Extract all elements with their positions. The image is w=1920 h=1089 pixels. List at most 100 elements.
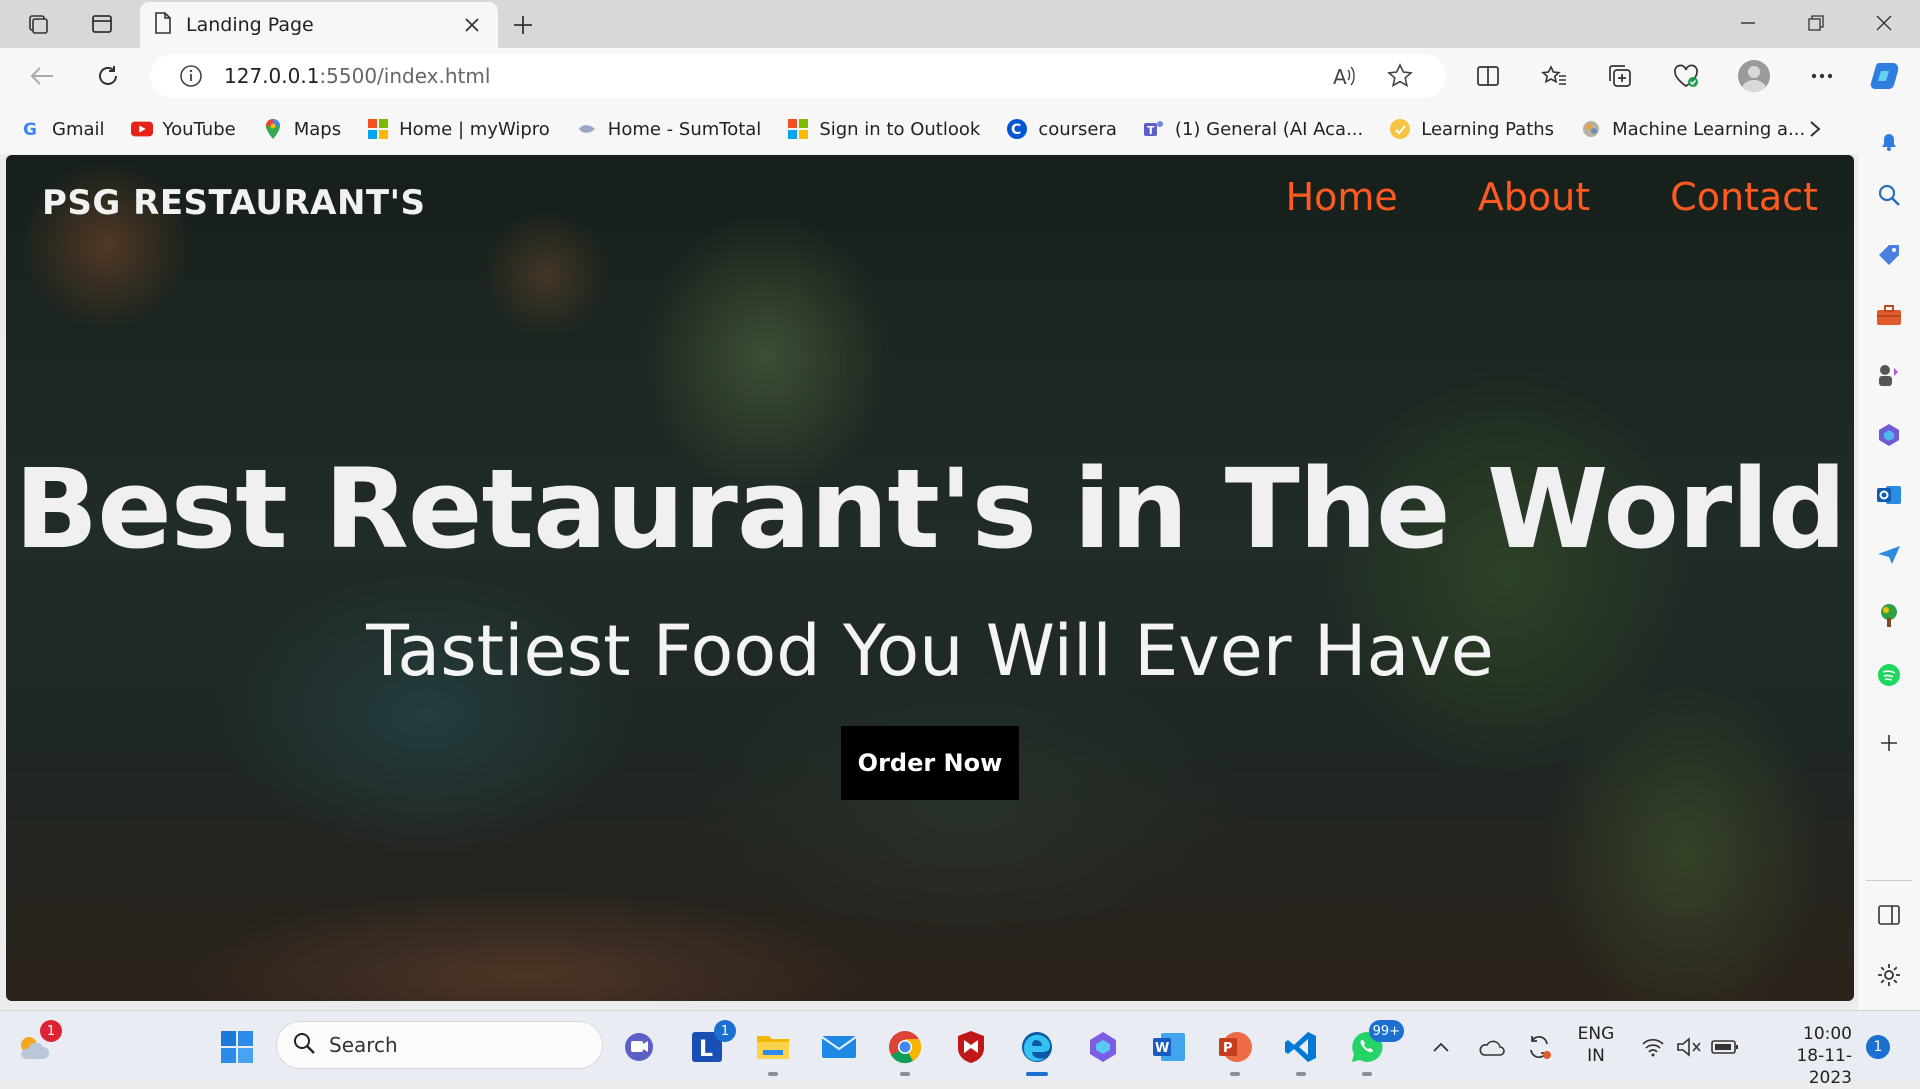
favorite-star-icon[interactable]: [1386, 62, 1414, 94]
bookmark-coursera[interactable]: C coursera: [1006, 118, 1117, 140]
active-tab[interactable]: Landing Page: [140, 2, 498, 48]
word-icon[interactable]: W: [1146, 1024, 1192, 1070]
microsoft365-icon[interactable]: [1870, 416, 1908, 454]
onedrive-cloud-icon[interactable]: [1468, 1024, 1514, 1070]
chevron-up-icon[interactable]: [1418, 1024, 1464, 1070]
nav-link-about[interactable]: About: [1478, 175, 1590, 219]
search-icon: [293, 1032, 315, 1059]
hero-background-image: [6, 155, 1854, 1001]
svg-text:A: A: [1333, 65, 1347, 89]
mcafee-icon[interactable]: [948, 1024, 994, 1070]
microsoft-icon: [787, 118, 809, 140]
google-icon: G: [20, 118, 42, 140]
vscode-icon[interactable]: [1278, 1024, 1324, 1076]
bookmark-machine-learning[interactable]: Machine Learning a...: [1580, 118, 1805, 140]
hide-sidebar-icon[interactable]: [1870, 896, 1908, 934]
notification-count[interactable]: 1: [1866, 1035, 1890, 1059]
tools-briefcase-icon[interactable]: [1870, 296, 1908, 334]
nav-link-home[interactable]: Home: [1286, 175, 1398, 219]
workspaces-icon[interactable]: [18, 8, 58, 40]
sumtotal-icon: [576, 118, 598, 140]
site-brand[interactable]: PSG RESTAURANT'S: [42, 183, 426, 223]
taskbar-search[interactable]: Search: [276, 1021, 603, 1069]
page-icon: [154, 12, 172, 38]
send-icon[interactable]: [1870, 536, 1908, 574]
hero-subtitle: Tastiest Food You Will Ever Have: [366, 610, 1494, 692]
bookmark-gmail[interactable]: G Gmail: [20, 118, 105, 140]
spotify-icon[interactable]: [1870, 656, 1908, 694]
chevron-right-icon[interactable]: [1800, 114, 1830, 144]
windows-taskbar: 1 Search L 1 W P 99+ ENG IN 10:00 18-11-…: [0, 1010, 1920, 1088]
svg-text:G: G: [23, 120, 37, 139]
more-menu-icon[interactable]: [1802, 58, 1842, 94]
learning-icon: [1389, 118, 1411, 140]
file-explorer-icon[interactable]: [750, 1024, 796, 1076]
close-tab-icon[interactable]: [460, 13, 484, 37]
svg-text:T: T: [1147, 124, 1155, 137]
bookmark-teams[interactable]: T (1) General (AI Aca...: [1143, 118, 1363, 140]
svg-text:P: P: [1223, 1041, 1233, 1056]
refresh-button[interactable]: [88, 58, 128, 94]
split-screen-icon[interactable]: [1468, 58, 1508, 94]
search-placeholder: Search: [329, 1033, 398, 1057]
shopping-tag-icon[interactable]: [1870, 236, 1908, 274]
teams-chat-icon[interactable]: [616, 1024, 662, 1070]
bookmark-outlook[interactable]: Sign in to Outlook: [787, 118, 980, 140]
svg-text:C: C: [1011, 122, 1021, 138]
battery-icon[interactable]: [1702, 1024, 1748, 1070]
site-info-icon[interactable]: [168, 64, 214, 88]
notification-bell-icon[interactable]: [1870, 122, 1908, 160]
teams-icon: T: [1143, 118, 1165, 140]
tree-icon[interactable]: [1870, 596, 1908, 634]
bookmark-maps[interactable]: Maps: [262, 118, 341, 140]
site-nav: Home About Contact: [1286, 175, 1818, 219]
chrome-icon[interactable]: [882, 1024, 928, 1076]
browser-toolbar: 127.0.0.1:5500/index.html A: [0, 48, 1920, 104]
language-indicator[interactable]: ENG IN: [1572, 1023, 1620, 1067]
browser-tab-strip: Landing Page: [0, 0, 1920, 48]
search-icon[interactable]: [1870, 176, 1908, 214]
whatsapp-icon[interactable]: 99+: [1344, 1020, 1404, 1076]
clock[interactable]: 10:00 18-11-2023: [1756, 1023, 1852, 1089]
add-icon[interactable]: [1870, 724, 1908, 762]
start-windows-icon[interactable]: [214, 1024, 260, 1070]
close-window-button[interactable]: [1850, 0, 1918, 46]
edge-icon[interactable]: [1014, 1024, 1060, 1076]
address-bar[interactable]: 127.0.0.1:5500/index.html A: [150, 54, 1446, 98]
outlook-icon[interactable]: [1870, 476, 1908, 514]
games-icon[interactable]: [1870, 356, 1908, 394]
bookmark-mywipro[interactable]: Home | myWipro: [367, 118, 550, 140]
m365-copilot-icon[interactable]: [1080, 1024, 1126, 1070]
browser-essentials-icon[interactable]: [1666, 58, 1706, 94]
minimize-button[interactable]: [1714, 0, 1782, 46]
microsoft-icon: [367, 118, 389, 140]
favorites-icon[interactable]: [1534, 58, 1574, 94]
copilot-icon[interactable]: [1866, 58, 1906, 94]
svg-text:W: W: [1155, 1041, 1169, 1056]
profile-avatar[interactable]: [1734, 58, 1774, 94]
powerpoint-icon[interactable]: P: [1212, 1024, 1258, 1076]
weather-icon[interactable]: 1: [10, 1020, 62, 1070]
vertical-tabs-icon[interactable]: [82, 8, 122, 40]
weather-badge: 1: [40, 1020, 62, 1042]
bookmark-sumtotal[interactable]: Home - SumTotal: [576, 118, 761, 140]
outlook-badge: 1: [714, 1020, 736, 1042]
whatsapp-badge: 99+: [1368, 1020, 1404, 1042]
collections-icon[interactable]: [1600, 58, 1640, 94]
edge-sidebar: [1858, 104, 1920, 1010]
mail-icon[interactable]: [816, 1024, 862, 1070]
bookmark-youtube[interactable]: YouTube: [130, 118, 236, 140]
read-aloud-icon[interactable]: A: [1330, 62, 1358, 94]
outlook-lite-icon[interactable]: L 1: [684, 1020, 736, 1070]
settings-gear-icon[interactable]: [1870, 956, 1908, 994]
page-viewport: PSG RESTAURANT'S Home About Contact Best…: [6, 155, 1854, 1001]
url-text: 127.0.0.1:5500/index.html: [224, 64, 491, 88]
new-tab-button[interactable]: [506, 8, 540, 42]
order-now-button[interactable]: Order Now: [841, 726, 1019, 800]
nav-link-contact[interactable]: Contact: [1670, 175, 1818, 219]
svg-text:L: L: [699, 1037, 713, 1062]
sync-icon[interactable]: [1516, 1024, 1562, 1070]
bookmark-learning-paths[interactable]: Learning Paths: [1389, 118, 1554, 140]
restore-button[interactable]: [1782, 0, 1850, 46]
back-button[interactable]: [22, 58, 62, 94]
